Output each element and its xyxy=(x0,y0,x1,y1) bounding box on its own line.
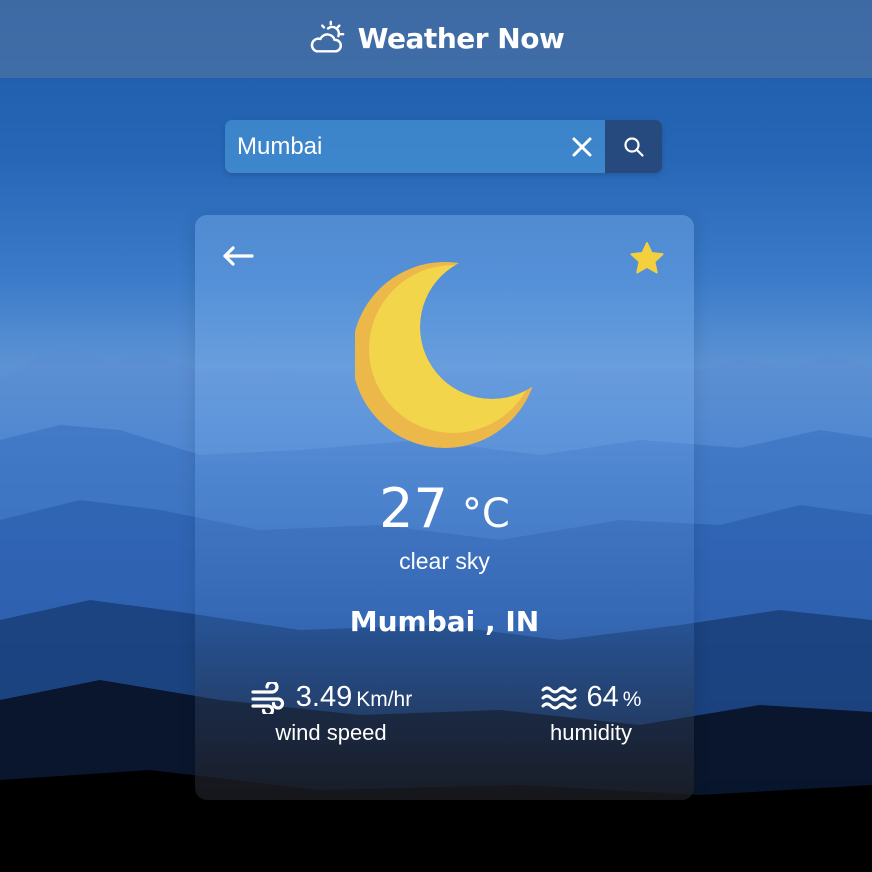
wind-speed-label: wind speed xyxy=(275,720,387,745)
temperature-unit: °C xyxy=(461,491,510,537)
weather-condition: clear sky xyxy=(399,548,490,574)
waves-icon xyxy=(541,686,577,709)
temperature-value: 27 xyxy=(379,477,448,540)
humidity-unit: % xyxy=(622,688,642,711)
cloud-sun-icon xyxy=(310,20,345,53)
app-title: Weather Now xyxy=(357,21,565,55)
crescent-moon-icon xyxy=(355,262,535,448)
search-input[interactable] xyxy=(225,120,559,173)
search-icon xyxy=(623,136,644,157)
wind-speed-value: 3.49 xyxy=(295,681,353,713)
star-icon[interactable] xyxy=(629,241,665,275)
close-icon xyxy=(572,137,592,156)
clear-search-button[interactable] xyxy=(559,120,606,173)
search-bar xyxy=(225,120,662,173)
humidity-label: humidity xyxy=(550,720,632,745)
header-brand: Weather Now xyxy=(308,19,565,57)
temperature-display: 27 °C xyxy=(195,477,694,540)
humidity-stat: 64% humidity xyxy=(521,681,661,746)
wind-icon xyxy=(251,681,284,714)
weather-card: 27 °C clear sky Mumbai , IN 3.49 Km/hr wi… xyxy=(195,215,694,800)
wind-speed-stat: 3.49 Km/hr wind speed xyxy=(241,681,421,746)
wind-speed-unit: Km/hr xyxy=(356,688,413,711)
humidity-value: 64 xyxy=(586,681,619,713)
search-button[interactable] xyxy=(605,120,662,173)
location-name: Mumbai , IN xyxy=(349,605,540,638)
arrow-left-icon[interactable] xyxy=(221,243,255,269)
app-header: Weather Now xyxy=(0,0,872,78)
